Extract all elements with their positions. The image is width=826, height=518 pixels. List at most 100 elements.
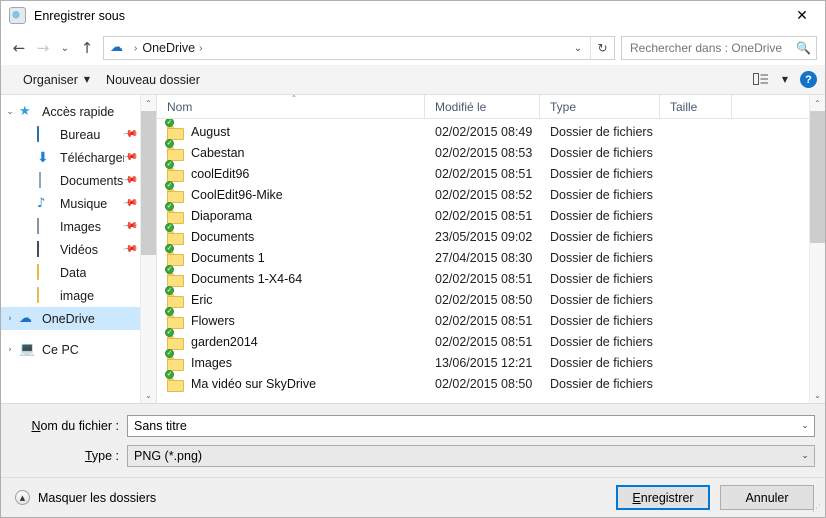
search-input[interactable] — [630, 41, 797, 55]
scroll-down-icon[interactable]: ⌄ — [141, 387, 156, 403]
pin-icon[interactable]: 📌 — [121, 149, 138, 165]
desktop-icon — [37, 125, 54, 143]
file-list-scrollbar[interactable]: ⌃ ⌄ — [809, 95, 825, 403]
table-row[interactable]: ✓ garden2014 02/02/2015 08:51 Dossier de… — [157, 327, 809, 352]
breadcrumb-separator-icon: › — [134, 42, 138, 54]
address-field[interactable]: ☁ › OneDrive › ⌄ ↻ — [103, 36, 615, 60]
column-label: Modifié le — [435, 99, 487, 114]
sync-check-icon: ✓ — [165, 369, 174, 379]
tree-item-videos[interactable]: · Vidéos 📌 — [1, 238, 140, 261]
organize-button[interactable]: Organiser ▼ — [15, 69, 98, 91]
title-bar: Enregistrer sous ✕ — [1, 1, 825, 31]
column-header-taille[interactable]: Taille — [660, 95, 732, 118]
breadcrumb[interactable]: ☁ › OneDrive › — [104, 41, 566, 55]
twisty-icon[interactable]: › — [1, 314, 19, 324]
column-header-modifie-le[interactable]: Modifié le — [425, 95, 540, 118]
chevron-down-icon: ▼ — [83, 75, 91, 84]
up-button[interactable]: ↑ — [75, 36, 99, 60]
scroll-up-icon[interactable]: ⌃ — [810, 95, 825, 111]
file-scroll-thumb[interactable] — [810, 111, 825, 244]
table-row[interactable]: ✓ Documents 1 27/04/2015 08:30 Dossier d… — [157, 243, 809, 268]
refresh-icon[interactable]: ↻ — [590, 37, 614, 59]
close-icon[interactable]: ✕ — [779, 1, 825, 31]
save-button[interactable]: Enregistrer — [616, 485, 710, 510]
table-row[interactable]: ✓ coolEdit96 02/02/2015 08:51 Dossier de… — [157, 159, 809, 184]
search-icon[interactable]: 🔍 — [796, 41, 811, 55]
resize-grip[interactable]: ⋰ — [812, 505, 822, 515]
chevron-down-icon[interactable]: ⌄ — [796, 451, 814, 461]
twisty-icon[interactable]: › — [1, 345, 19, 355]
tree-item-musique[interactable]: · ♪ Musique 📌 — [1, 192, 140, 215]
breadcrumb-separator-tail-icon[interactable]: › — [199, 43, 202, 54]
synced-folder-icon: ✓ — [165, 327, 183, 349]
file-scroll-track[interactable] — [810, 111, 825, 387]
view-options-icon[interactable] — [752, 73, 769, 86]
synced-folder-icon: ✓ — [165, 243, 183, 265]
column-header-filler — [732, 95, 809, 118]
tree-item-ce-pc[interactable]: › 💻 Ce PC — [1, 338, 140, 361]
chevron-up-icon[interactable]: ▲ — [15, 490, 30, 505]
tree-item-images[interactable]: · Images 📌 — [1, 215, 140, 238]
breadcrumb-item-onedrive[interactable]: OneDrive — [142, 41, 195, 55]
scroll-down-icon[interactable]: ⌄ — [810, 387, 825, 403]
file-type: Dossier de fichiers — [550, 145, 653, 160]
tree-scroll-thumb[interactable] — [141, 111, 156, 255]
onedrive-cloud-icon: ☁ — [19, 310, 32, 326]
pin-icon[interactable]: 📌 — [121, 172, 138, 188]
file-modified: 02/02/2015 08:51 — [435, 166, 533, 181]
tree-scrollbar[interactable]: ⌃ ⌄ — [140, 95, 156, 403]
column-header-nom[interactable]: ⌃ Nom — [157, 94, 425, 118]
view-chevron-down-icon[interactable]: ▼ — [782, 75, 788, 84]
sync-check-icon: ✓ — [165, 243, 174, 253]
new-folder-button[interactable]: Nouveau dossier — [98, 69, 208, 91]
table-row[interactable]: ✓ Images 13/06/2015 12:21 Dossier de fic… — [157, 348, 809, 373]
column-header-type[interactable]: Type — [540, 95, 660, 118]
sort-ascending-icon: ⌃ — [290, 94, 298, 103]
tree-item-documents[interactable]: · Documents 📌 — [1, 169, 140, 192]
twisty-icon[interactable]: ⌄ — [1, 107, 19, 117]
pin-icon[interactable]: 📌 — [121, 218, 138, 234]
tree-item-onedrive[interactable]: › ☁ OneDrive — [1, 307, 140, 330]
chevron-down-icon[interactable]: ⌄ — [796, 421, 814, 431]
search-box[interactable]: 🔍 — [621, 36, 817, 60]
file-type: Dossier de fichiers — [550, 313, 653, 328]
file-type: Dossier de fichiers — [550, 376, 653, 391]
forward-button[interactable]: → — [31, 36, 55, 60]
tree-item-bureau[interactable]: · Bureau 📌 — [1, 123, 140, 146]
filetype-select[interactable]: PNG (*.png) ⌄ — [127, 445, 815, 467]
scroll-up-icon[interactable]: ⌃ — [141, 95, 156, 111]
filename-input[interactable]: Sans titre ⌄ — [127, 415, 815, 437]
table-row[interactable]: ✓ Eric 02/02/2015 08:50 Dossier de fichi… — [157, 285, 809, 310]
file-name: Documents 1-X4-64 — [191, 271, 303, 286]
tree-item-label: OneDrive — [42, 311, 95, 326]
table-row[interactable]: ✓ Diaporama 02/02/2015 08:51 Dossier de … — [157, 201, 809, 226]
downloads-icon: ⬇ — [37, 149, 49, 166]
table-row[interactable]: ✓ CoolEdit96-Mike 02/02/2015 08:52 Dossi… — [157, 180, 809, 205]
file-rows: ✓ August 02/02/2015 08:49 Dossier de fic… — [157, 119, 809, 403]
cancel-button[interactable]: Annuler — [720, 485, 814, 510]
tree-item-data[interactable]: · Data — [1, 261, 140, 284]
table-row[interactable]: ✓ Documents 23/05/2015 09:02 Dossier de … — [157, 222, 809, 247]
table-row[interactable]: ✓ Documents 1-X4-64 02/02/2015 08:51 Dos… — [157, 264, 809, 289]
help-button[interactable]: ? — [800, 71, 817, 88]
table-row[interactable]: ✓ Flowers 02/02/2015 08:51 Dossier de fi… — [157, 306, 809, 331]
tree-item-image[interactable]: · image — [1, 284, 140, 307]
view-options-group[interactable]: ▼ — [752, 73, 788, 86]
hide-folders-button[interactable]: ▲ Masquer les dossiers — [15, 490, 156, 505]
address-dropdown-icon[interactable]: ⌄ — [566, 37, 590, 59]
tree-item-label: Images — [60, 219, 101, 234]
star-icon: ★ — [19, 103, 31, 119]
synced-folder-icon: ✓ — [165, 201, 183, 223]
table-row[interactable]: ✓ Ma vidéo sur SkyDrive 02/02/2015 08:50… — [157, 369, 809, 394]
table-row[interactable]: ✓ Cabestan 02/02/2015 08:53 Dossier de f… — [157, 138, 809, 163]
pin-icon[interactable]: 📌 — [121, 195, 138, 211]
back-button[interactable]: ← — [7, 36, 31, 60]
tree-scroll-track[interactable] — [141, 111, 156, 387]
pin-icon[interactable]: 📌 — [121, 241, 138, 257]
tree-item-telechargements[interactable]: · ⬇ Téléchargemi 📌 — [1, 146, 140, 169]
recent-locations-button[interactable]: ⌄ — [55, 36, 75, 60]
pin-icon[interactable]: 📌 — [121, 126, 138, 142]
sync-check-icon: ✓ — [165, 201, 174, 211]
tree-item-acces-rapide[interactable]: ⌄ ★ Accès rapide — [1, 100, 140, 123]
table-row[interactable]: ✓ August 02/02/2015 08:49 Dossier de fic… — [157, 119, 809, 142]
